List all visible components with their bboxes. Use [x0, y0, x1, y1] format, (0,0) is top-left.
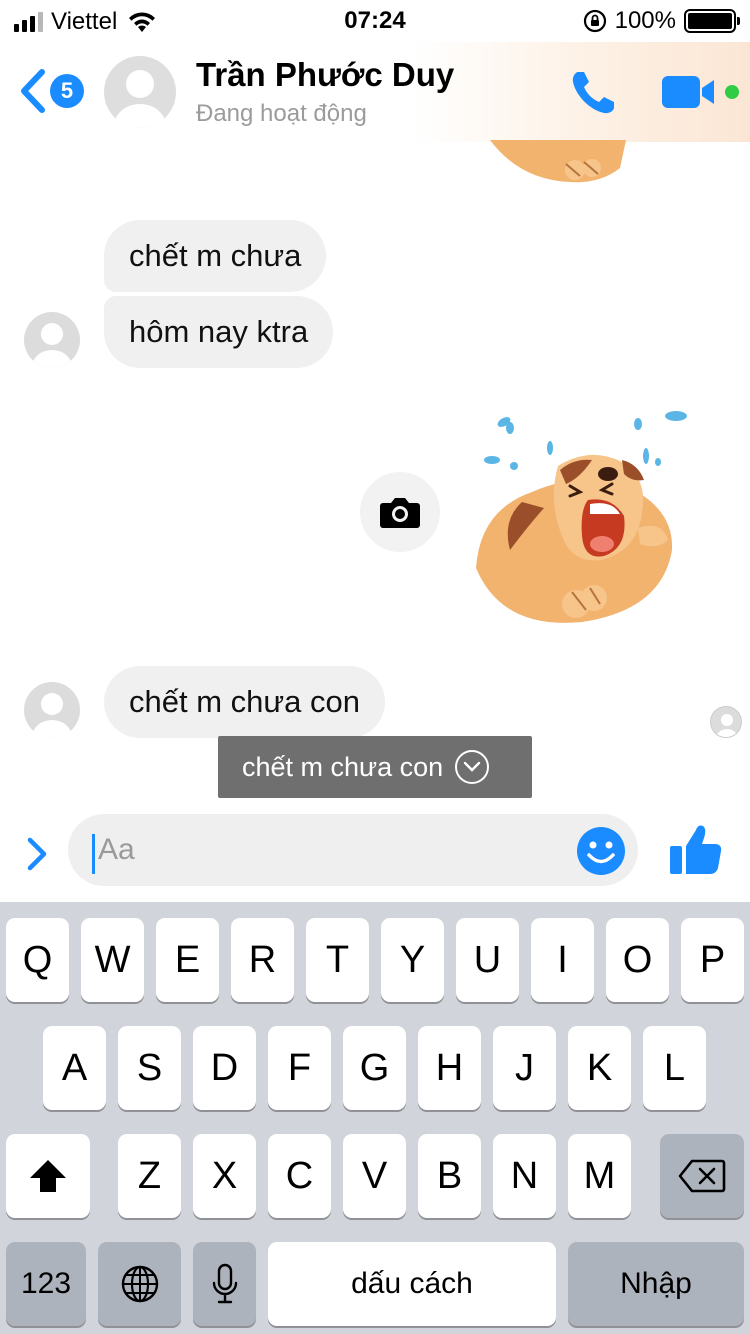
default-avatar-icon — [32, 323, 72, 368]
default-avatar-icon — [716, 714, 738, 737]
thumbs-up-icon — [670, 825, 722, 874]
unread-badge: 5 — [50, 74, 84, 108]
shift-icon — [30, 1160, 66, 1192]
default-avatar-icon — [32, 693, 72, 738]
key-e[interactable]: E — [156, 918, 219, 1002]
message-preview-tooltip[interactable]: chết m chưa con — [218, 736, 532, 798]
numbers-key[interactable]: 123 — [6, 1242, 86, 1326]
key-l[interactable]: L — [643, 1026, 706, 1110]
space-key[interactable]: dấu cách — [268, 1242, 556, 1326]
key-u[interactable]: U — [456, 918, 519, 1002]
expand-actions-button[interactable] — [22, 834, 52, 874]
key-z[interactable]: Z — [118, 1134, 181, 1218]
key-f[interactable]: F — [268, 1026, 331, 1110]
backspace-icon — [678, 1159, 726, 1193]
key-d[interactable]: D — [193, 1026, 256, 1110]
camera-button[interactable] — [360, 472, 440, 552]
key-h[interactable]: H — [418, 1026, 481, 1110]
globe-key[interactable] — [98, 1242, 181, 1326]
rotation-lock-icon — [583, 9, 606, 33]
key-k[interactable]: K — [568, 1026, 631, 1110]
key-i[interactable]: I — [531, 918, 594, 1002]
message-input-box[interactable] — [68, 814, 638, 886]
tooltip-text: chết m chưa con — [242, 751, 444, 782]
contact-status: Đang hoạt động — [196, 100, 367, 127]
message-bubble[interactable]: chết m chưa con — [104, 666, 385, 738]
key-x[interactable]: X — [193, 1134, 256, 1218]
status-bar: Viettel 07:24 100% — [0, 0, 750, 42]
key-q[interactable]: Q — [6, 918, 69, 1002]
seen-avatar — [710, 706, 742, 738]
key-p[interactable]: P — [681, 918, 744, 1002]
contact-name[interactable]: Trần Phước Duy — [196, 56, 454, 94]
shift-key[interactable] — [6, 1134, 90, 1218]
key-r[interactable]: R — [231, 918, 294, 1002]
emoji-icon — [577, 827, 625, 875]
back-button[interactable]: 5 — [18, 68, 84, 114]
key-y[interactable]: Y — [381, 918, 444, 1002]
message-bubble[interactable]: hôm nay ktra — [104, 296, 334, 368]
contact-avatar-small[interactable] — [24, 312, 80, 368]
composer-bar — [0, 808, 750, 902]
return-key[interactable]: Nhập — [568, 1242, 744, 1326]
key-a[interactable]: A — [43, 1026, 106, 1110]
key-c[interactable]: C — [268, 1134, 331, 1218]
like-button[interactable] — [666, 820, 726, 880]
keyboard: Q W E R T Y U I O P A S D F G H J K L Z … — [0, 902, 750, 1334]
key-n[interactable]: N — [493, 1134, 556, 1218]
backspace-key[interactable] — [660, 1134, 744, 1218]
default-avatar-icon — [114, 70, 166, 128]
key-s[interactable]: S — [118, 1026, 181, 1110]
video-call-button[interactable] — [662, 72, 742, 112]
voice-call-button[interactable] — [568, 66, 620, 118]
message-input[interactable] — [98, 814, 558, 886]
key-w[interactable]: W — [81, 918, 144, 1002]
chevron-right-icon — [27, 837, 47, 871]
globe-icon — [121, 1265, 158, 1303]
text-caret — [92, 834, 95, 874]
microphone-icon — [212, 1263, 237, 1304]
key-j[interactable]: J — [493, 1026, 556, 1110]
key-v[interactable]: V — [343, 1134, 406, 1218]
key-t[interactable]: T — [306, 918, 369, 1002]
key-b[interactable]: B — [418, 1134, 481, 1218]
contact-avatar[interactable] — [104, 56, 176, 128]
phone-icon — [572, 72, 614, 114]
emoji-button[interactable] — [576, 826, 626, 876]
message-bubble[interactable]: chết m chưa — [104, 220, 327, 292]
key-g[interactable]: G — [343, 1026, 406, 1110]
key-m[interactable]: M — [568, 1134, 631, 1218]
crying-dog-sticker[interactable] — [462, 400, 702, 640]
chevron-down-icon[interactable] — [455, 750, 490, 784]
dictation-key[interactable] — [193, 1242, 256, 1326]
key-o[interactable]: O — [606, 918, 669, 1002]
sticker-fragment — [490, 140, 626, 183]
battery-icon — [684, 9, 740, 33]
video-camera-icon — [662, 76, 739, 108]
contact-avatar-small[interactable] — [24, 682, 80, 738]
chat-header: 5 Trần Phước Duy Đang hoạt động — [0, 42, 750, 142]
camera-icon — [380, 498, 420, 528]
back-chevron-icon — [21, 69, 45, 113]
battery-percent: 100% — [614, 7, 676, 34]
